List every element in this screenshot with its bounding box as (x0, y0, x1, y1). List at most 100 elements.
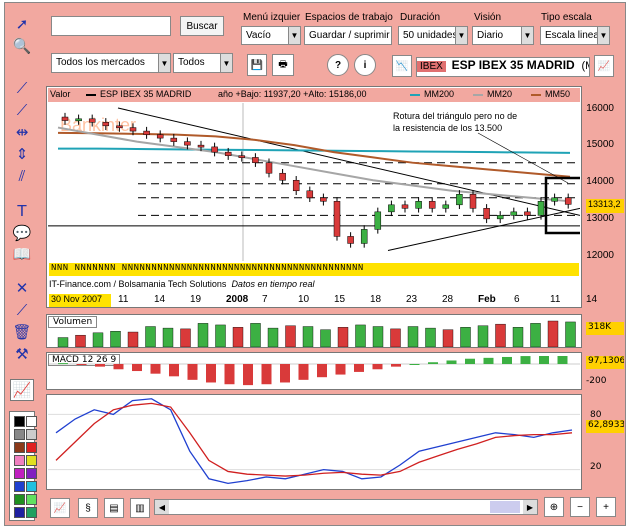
macd-bar (243, 364, 253, 386)
color-cyan[interactable] (26, 481, 37, 492)
volume-bar (565, 321, 576, 347)
color-teal[interactable] (26, 507, 37, 518)
type-select[interactable]: Todos ▼ (173, 53, 233, 73)
candle (197, 144, 205, 148)
zoom-fit-icon[interactable]: ⊕ (544, 497, 564, 517)
color-navy[interactable] (14, 507, 25, 518)
candle (224, 151, 232, 156)
x-tick: 6 (514, 294, 520, 305)
horizontal-line-icon[interactable]: ⇹ (10, 121, 34, 143)
color-red[interactable] (26, 442, 37, 453)
pointer-icon[interactable]: ➚ (10, 13, 34, 35)
zoom-plus-icon[interactable]: 🔍 (10, 35, 34, 57)
color-light-green[interactable] (26, 494, 37, 505)
vertical-line-icon[interactable]: ⇕ (10, 143, 34, 165)
macd-bar (317, 364, 327, 378)
view-select[interactable]: Diario ▼ (472, 26, 534, 45)
trendline-icon[interactable]: ⟋ (10, 77, 34, 99)
macd-bar (150, 364, 161, 374)
fibonacci-icon[interactable]: ⟋ (10, 299, 34, 321)
volume-bar (442, 329, 454, 347)
color-green[interactable] (14, 494, 25, 505)
x-tick: 14 (154, 294, 166, 305)
chart-settings-icon[interactable]: 📈 (50, 498, 70, 518)
layout-icon[interactable]: ▤ (104, 498, 124, 518)
volume-bar (110, 331, 121, 347)
candle (524, 211, 531, 216)
duration-select[interactable]: 50 unidades ▼ (398, 26, 468, 45)
indicator-icon[interactable]: § (78, 498, 98, 518)
macd-bar (354, 364, 364, 372)
book-icon[interactable]: 📖 (10, 243, 34, 265)
price-axis: 16000 15000 14000 13000 12000 (582, 103, 618, 261)
color-yellow[interactable] (26, 455, 37, 466)
stoch-tick-20: 20 (590, 462, 602, 472)
text-tool-icon[interactable]: T (10, 200, 34, 222)
macd-tick: -200 (586, 376, 607, 386)
ticker-field[interactable]: IBEX ESP IBEX 35 MADRID (Me (416, 57, 590, 77)
trash-icon[interactable]: 🗑 (10, 321, 34, 343)
color-black[interactable] (14, 416, 25, 427)
save-icon[interactable]: 💾 (247, 54, 267, 76)
channel-icon[interactable]: ⫽ (10, 165, 34, 187)
market-select[interactable]: Todos los mercados ▼ (51, 53, 171, 73)
scroll-thumb[interactable] (490, 501, 520, 513)
stoch-tick-80: 80 (590, 410, 602, 420)
y-tick: 12000 (586, 250, 614, 261)
crossline-icon[interactable]: ✕ (10, 277, 34, 299)
triangle-upper-line (117, 107, 580, 216)
scroll-right-icon[interactable]: ▶ (523, 500, 537, 514)
prev-chart-icon[interactable]: 📉 (392, 55, 412, 77)
search-button[interactable]: Buscar (180, 16, 224, 36)
color-gray[interactable] (14, 429, 25, 440)
candle (143, 130, 150, 135)
macd-bar (446, 360, 457, 364)
volume-chart (57, 320, 576, 347)
line-icon[interactable]: ⟋ (10, 99, 34, 121)
tools-icon[interactable]: ⚒ (10, 343, 34, 365)
volume-bar (372, 326, 384, 347)
candle (88, 118, 96, 123)
candle (442, 204, 450, 209)
spaces-select[interactable]: Guardar / suprimir (304, 26, 392, 45)
chart-type-icon[interactable]: 📈 (10, 379, 34, 401)
zoom-out-icon[interactable]: − (570, 497, 590, 517)
bars-icon[interactable]: ▥ (130, 498, 150, 518)
color-magenta[interactable] (14, 468, 25, 479)
horizontal-scrollbar[interactable]: ◀ ▶ (154, 499, 538, 515)
candle (265, 162, 273, 174)
annotation-leader (477, 132, 569, 184)
color-white[interactable] (26, 416, 37, 427)
zoom-in-icon[interactable]: + (596, 497, 616, 517)
macd-bar (169, 364, 179, 377)
next-chart-icon[interactable]: 📈 (594, 55, 614, 77)
candle (184, 141, 191, 146)
help-icon[interactable]: ? (327, 54, 349, 76)
color-brown[interactable] (14, 442, 25, 453)
x-tick: 7 (262, 294, 268, 305)
volume-current-value: 318K (586, 322, 624, 335)
search-input[interactable] (51, 16, 171, 36)
scroll-left-icon[interactable]: ◀ (155, 500, 169, 514)
scale-select[interactable]: Escala lineal ▼ (540, 26, 610, 45)
info-icon[interactable]: i (354, 54, 376, 76)
color-purple[interactable] (26, 468, 37, 479)
volume-bar (355, 324, 366, 347)
footer-credit: IT-Finance.com / Bolsamania Tech Solutio… (49, 279, 315, 289)
print-icon[interactable]: 🖶 (272, 54, 294, 76)
color-light-gray[interactable] (26, 429, 37, 440)
macd-bar (113, 364, 124, 370)
color-blue[interactable] (14, 481, 25, 492)
candle (333, 201, 341, 237)
x-tick: 28 (442, 294, 454, 305)
macd-bar (76, 364, 87, 365)
volume-bar (512, 327, 524, 347)
comment-icon[interactable]: 💬 (10, 222, 34, 244)
macd-bar (557, 356, 568, 364)
stoch-line-blue (55, 398, 573, 485)
menu-select[interactable]: Vacío ▼ (241, 26, 301, 45)
volume-bar (302, 326, 314, 347)
color-pink[interactable] (14, 455, 25, 466)
volume-bar (547, 320, 559, 347)
volume-bar (337, 327, 349, 347)
